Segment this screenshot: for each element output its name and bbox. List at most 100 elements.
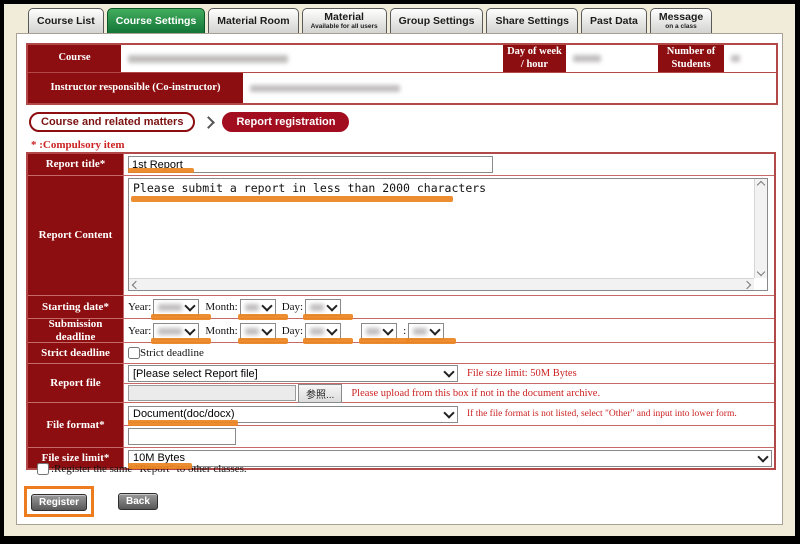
- file-format-row: File format* Document(doc/docx) If the f…: [28, 402, 774, 447]
- tab-sublabel: Available for all users: [311, 24, 378, 31]
- browse-button[interactable]: 参照...: [298, 384, 342, 403]
- redacted-day: [310, 304, 324, 311]
- course-info-row1: Course Day of week / hour Number of Stud…: [28, 45, 776, 72]
- deadline-year-select[interactable]: [153, 323, 199, 340]
- redacted-minute: [413, 328, 427, 335]
- students-label-cell: Number of Students: [658, 45, 724, 72]
- deadline-day-select[interactable]: [305, 323, 341, 340]
- upload-note: Please upload from this box if not in th…: [351, 388, 600, 399]
- annotation-highlight: [238, 338, 288, 344]
- back-button[interactable]: Back: [118, 493, 158, 510]
- chevron-down-icon: [326, 300, 337, 311]
- action-buttons: Register Back: [24, 486, 158, 517]
- course-info-row2: Instructor responsible (Co-instructor): [28, 72, 776, 103]
- instructor-label-cell: Instructor responsible (Co-instructor): [28, 73, 243, 103]
- annotation-highlight: [303, 338, 353, 344]
- report-content-textarea[interactable]: Please submit a report in less than 2000…: [128, 178, 768, 291]
- chevron-down-icon: [185, 300, 196, 311]
- tab-message[interactable]: Message on a class: [650, 8, 712, 33]
- strict-deadline-label: Strict deadline: [28, 343, 124, 363]
- strict-deadline-cell: Strict deadline: [124, 343, 774, 363]
- tab-label: Course Settings: [116, 16, 197, 27]
- file-upload-input[interactable]: [128, 385, 296, 401]
- redacted-course-name: [128, 55, 288, 63]
- file-format-select-subrow: Document(doc/docx) If the file format is…: [124, 403, 774, 425]
- file-format-other-input[interactable]: [128, 428, 236, 445]
- horizontal-scrollbar[interactable]: [129, 278, 754, 290]
- strict-deadline-checkbox[interactable]: [128, 347, 140, 359]
- day-label: Day:: [282, 325, 303, 337]
- tab-material-all-users[interactable]: Material Available for all users: [302, 8, 387, 33]
- file-format-other-subrow: [124, 425, 774, 447]
- annotation-highlight: [128, 420, 238, 426]
- redacted-student-count: [731, 55, 740, 62]
- chevron-down-icon: [382, 324, 393, 335]
- tab-label: Group Settings: [399, 16, 475, 27]
- redacted-instructor-name: [250, 85, 400, 92]
- report-content-label: Report Content: [28, 176, 124, 295]
- course-info-table: Course Day of week / hour Number of Stud…: [26, 43, 778, 105]
- report-title-row: Report title*: [28, 154, 774, 175]
- deadline-minute-select[interactable]: [408, 323, 444, 340]
- file-format-cell: Document(doc/docx) If the file format is…: [124, 403, 774, 447]
- tab-material-room[interactable]: Material Room: [208, 8, 298, 33]
- register-button[interactable]: Register: [31, 494, 87, 511]
- vertical-scrollbar[interactable]: [754, 179, 767, 278]
- file-size-note: File size limit: 50M Bytes: [467, 368, 577, 379]
- breadcrumb: Course and related matters Report regist…: [29, 112, 349, 132]
- time-separator: :: [403, 325, 406, 337]
- redacted-year: [158, 328, 182, 335]
- tab-label: Course List: [37, 16, 95, 27]
- tab-course-settings[interactable]: Course Settings: [107, 8, 206, 33]
- month-label: Month:: [205, 301, 237, 313]
- report-file-select[interactable]: [Please select Report file]: [128, 365, 458, 382]
- tab-group-settings[interactable]: Group Settings: [390, 8, 484, 33]
- report-registration-button[interactable]: Report registration: [222, 112, 349, 132]
- chevron-down-icon: [443, 366, 454, 377]
- scroll-down-icon[interactable]: [757, 268, 765, 276]
- annotation-highlight: [303, 314, 353, 320]
- page-background: Course List Course Settings Material Roo…: [4, 4, 795, 536]
- tab-label: Material: [324, 12, 364, 23]
- day-of-week-value-cell: [566, 45, 658, 72]
- submission-deadline-label: Submission deadline: [28, 319, 124, 342]
- submission-deadline-row: Submission deadline Year: Month: Day: :: [28, 318, 774, 342]
- other-classes-checkbox[interactable]: [37, 463, 49, 475]
- file-format-select-value: Document(doc/docx): [133, 408, 235, 420]
- report-file-label: Report file: [28, 364, 124, 402]
- report-title-label: Report title*: [28, 154, 124, 175]
- course-label-cell: Course: [28, 45, 121, 72]
- tab-course-list[interactable]: Course List: [28, 8, 104, 33]
- annotation-frame: Register: [24, 486, 94, 517]
- redacted-hour: [366, 328, 380, 335]
- report-file-cell: [Please select Report file] File size li…: [124, 364, 774, 402]
- annotation-highlight: [238, 314, 288, 320]
- deadline-hour-select[interactable]: [361, 323, 397, 340]
- redacted-day: [310, 328, 324, 335]
- scroll-left-icon[interactable]: [132, 280, 140, 288]
- report-content-cell: Please submit a report in less than 2000…: [124, 176, 774, 295]
- screenshot-frame: Course List Course Settings Material Roo…: [0, 0, 800, 544]
- day-of-week-label-cell: Day of week / hour: [503, 45, 566, 72]
- scroll-right-icon[interactable]: [743, 280, 751, 288]
- year-label: Year:: [128, 301, 151, 313]
- tab-share-settings[interactable]: Share Settings: [486, 8, 578, 33]
- strict-deadline-row: Strict deadline Strict deadline: [28, 342, 774, 363]
- course-related-matters-button[interactable]: Course and related matters: [29, 112, 195, 132]
- scroll-up-icon[interactable]: [757, 181, 765, 189]
- course-value-cell: [121, 45, 503, 72]
- tab-past-data[interactable]: Past Data: [581, 8, 647, 33]
- chevron-down-icon: [261, 324, 272, 335]
- chevron-down-icon: [430, 324, 441, 335]
- annotation-highlight: [151, 338, 211, 344]
- file-format-label: File format*: [28, 403, 124, 447]
- chevron-down-icon: [185, 324, 196, 335]
- instructor-value-cell: [243, 73, 776, 103]
- month-label: Month:: [205, 325, 237, 337]
- day-label: Day:: [282, 301, 303, 313]
- compulsory-note: * :Compulsory item: [31, 139, 125, 151]
- annotation-highlight: [131, 196, 453, 202]
- deadline-month-select[interactable]: [240, 323, 276, 340]
- redacted-month: [245, 328, 259, 335]
- year-label: Year:: [128, 325, 151, 337]
